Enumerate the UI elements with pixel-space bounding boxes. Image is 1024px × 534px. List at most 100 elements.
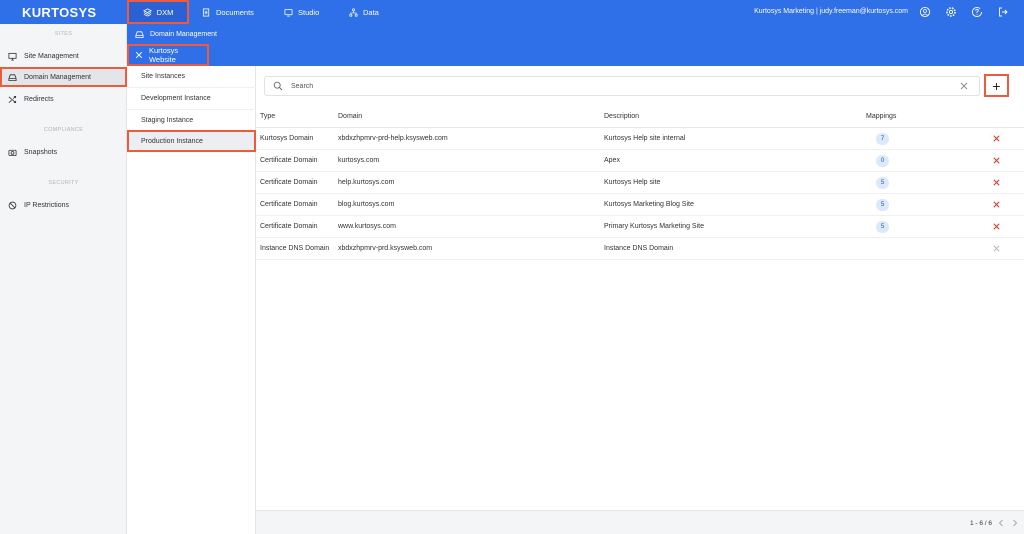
- clear-icon[interactable]: [959, 81, 969, 91]
- delete-icon[interactable]: [992, 178, 1001, 187]
- table-row[interactable]: Certificate Domain help.kurtosys.com Kurto…: [256, 172, 1024, 194]
- sidebar-item-label: Redirects: [24, 95, 54, 103]
- search-input[interactable]: [291, 82, 931, 90]
- cell-description: Kurtosys Marketing Blog Site: [604, 201, 694, 208]
- sidebar-section-security: SECURITY: [48, 180, 79, 186]
- chevron-right-icon[interactable]: [1010, 518, 1020, 528]
- documents-icon: [202, 7, 210, 17]
- sidebar-item-snapshots[interactable]: Snapshots: [0, 142, 127, 162]
- delete-icon[interactable]: [992, 156, 1001, 165]
- mappings-badge[interactable]: 7: [876, 133, 889, 145]
- column-header-type[interactable]: Type: [260, 113, 275, 120]
- table-header: Type Domain Description Mappings: [256, 106, 1024, 128]
- sidebar-item-redirects[interactable]: Redirects: [0, 89, 127, 109]
- cell-type: Kurtosys Domain: [260, 135, 314, 142]
- instance-nav: Site Instances Development Instance Stag…: [127, 66, 256, 534]
- sidebar-item-label: Snapshots: [24, 148, 58, 156]
- table-row[interactable]: Kurtosys Domain xbdxzhpmrv-prd-help.ksysw…: [256, 128, 1024, 150]
- layers-icon: [142, 7, 152, 17]
- page-title-bar: Kurtosys Website: [127, 44, 1024, 66]
- page-title-label: Kurtosys Website: [148, 46, 179, 64]
- cell-domain: xbdxzhpmrv-prd.ksysweb.com: [338, 245, 433, 252]
- cell-type: Instance DNS Domain: [260, 245, 330, 252]
- camera-icon: [8, 149, 17, 156]
- cell-domain: help.kurtosys.com: [338, 179, 395, 186]
- shuffle-icon: [8, 95, 17, 103]
- nav-studio[interactable]: Studio: [284, 0, 319, 24]
- search-icon: [273, 81, 283, 91]
- sidebar: SITES Site Management Domain Management …: [0, 24, 127, 534]
- nav-data[interactable]: Data: [349, 0, 379, 24]
- cell-type: Certificate Domain: [260, 179, 318, 186]
- cell-description: Kurtosys Help site: [604, 179, 661, 186]
- mappings-badge[interactable]: 0: [876, 155, 889, 167]
- settings-icon[interactable]: [945, 6, 957, 18]
- nav-data-label: Data: [363, 7, 379, 17]
- mappings-badge[interactable]: 5: [876, 199, 889, 211]
- chevron-left-icon[interactable]: [996, 518, 1006, 528]
- table-row[interactable]: Certificate Domain blog.kurtosys.com Kurto…: [256, 194, 1024, 216]
- cell-description: Kurtosys Help site internal: [604, 135, 686, 142]
- mappings-badge[interactable]: 5: [876, 177, 889, 189]
- table-row[interactable]: Certificate Domain www.kurtosys.com Primar…: [256, 216, 1024, 238]
- cell-domain: www.kurtosys.com: [338, 223, 396, 230]
- brand-logo[interactable]: KURTOSYS: [22, 5, 96, 20]
- monitor-icon: [8, 52, 17, 61]
- data-icon: [349, 7, 358, 17]
- sidebar-item-label: IP Restrictions: [24, 201, 69, 209]
- cell-type: Certificate Domain: [260, 157, 318, 164]
- breadcrumb-label[interactable]: Domain Management: [150, 31, 217, 38]
- breadcrumb: Domain Management: [127, 24, 1024, 44]
- main-content: + Type Domain Description Mappings Kurto…: [256, 66, 1024, 534]
- delete-icon[interactable]: [992, 134, 1001, 143]
- logout-icon[interactable]: [997, 6, 1009, 18]
- nav-dxm[interactable]: DXM: [127, 0, 189, 24]
- cell-domain: xbdxzhpmrv-prd-help.ksysweb.com: [338, 135, 448, 142]
- column-header-description[interactable]: Description: [604, 113, 639, 120]
- table-row[interactable]: Certificate Domain kurtosys.com Apex 0: [256, 150, 1024, 172]
- sidebar-section-sites: SITES: [54, 31, 73, 37]
- sidebar-section-compliance: COMPLIANCE: [43, 127, 84, 133]
- subnav-development-instance[interactable]: Development Instance: [127, 88, 256, 110]
- nav-dxm-label: DXM: [156, 7, 174, 17]
- add-domain-button[interactable]: +: [984, 74, 1009, 97]
- sidebar-item-domain-management[interactable]: Domain Management: [0, 67, 127, 87]
- user-info[interactable]: Kurtosys Marketing | judy.freeman@kurtos…: [754, 8, 908, 15]
- studio-icon: [284, 8, 293, 17]
- block-icon: [8, 201, 17, 209]
- subnav-staging-instance[interactable]: Staging Instance: [127, 110, 256, 132]
- cell-description: Apex: [604, 157, 620, 164]
- cell-type: Certificate Domain: [260, 223, 318, 230]
- account-icon[interactable]: [919, 6, 931, 18]
- table-footer: 1 - 6 / 6: [256, 510, 1024, 534]
- sidebar-item-ip-restrictions[interactable]: IP Restrictions: [0, 195, 127, 215]
- mappings-badge[interactable]: 5: [876, 221, 889, 233]
- drive-icon: [8, 73, 17, 81]
- cell-domain: blog.kurtosys.com: [338, 201, 395, 208]
- top-bar: KURTOSYS DXM Documents Studio Data Kurto…: [0, 0, 1024, 24]
- nav-documents[interactable]: Documents: [202, 0, 254, 24]
- sidebar-item-label: Domain Management: [24, 73, 91, 81]
- nav-documents-label: Documents: [216, 7, 254, 17]
- subnav-production-instance[interactable]: Production Instance: [127, 130, 256, 152]
- cell-description: Primary Kurtosys Marketing Site: [604, 223, 704, 230]
- close-icon[interactable]: [135, 51, 143, 59]
- cell-description: Instance DNS Domain: [604, 245, 674, 252]
- column-header-domain[interactable]: Domain: [338, 113, 362, 120]
- column-header-mappings[interactable]: Mappings: [866, 113, 896, 120]
- table-row[interactable]: Instance DNS Domain xbdxzhpmrv-prd.ksyswe…: [256, 238, 1024, 260]
- drive-icon: [135, 30, 144, 38]
- help-icon[interactable]: [971, 6, 983, 18]
- delete-icon: [993, 245, 1000, 252]
- pagination-range: 1 - 6 / 6: [969, 520, 992, 527]
- nav-studio-label: Studio: [298, 7, 320, 17]
- page-title: Kurtosys Website: [127, 44, 209, 66]
- sidebar-item-site-management[interactable]: Site Management: [0, 46, 127, 66]
- delete-icon[interactable]: [992, 222, 1001, 231]
- search-bar: [264, 76, 980, 96]
- cell-domain: kurtosys.com: [338, 157, 380, 164]
- delete-icon[interactable]: [992, 200, 1001, 209]
- cell-type: Certificate Domain: [260, 201, 318, 208]
- sidebar-item-label: Site Management: [24, 52, 79, 60]
- subnav-site-instances[interactable]: Site Instances: [127, 66, 256, 88]
